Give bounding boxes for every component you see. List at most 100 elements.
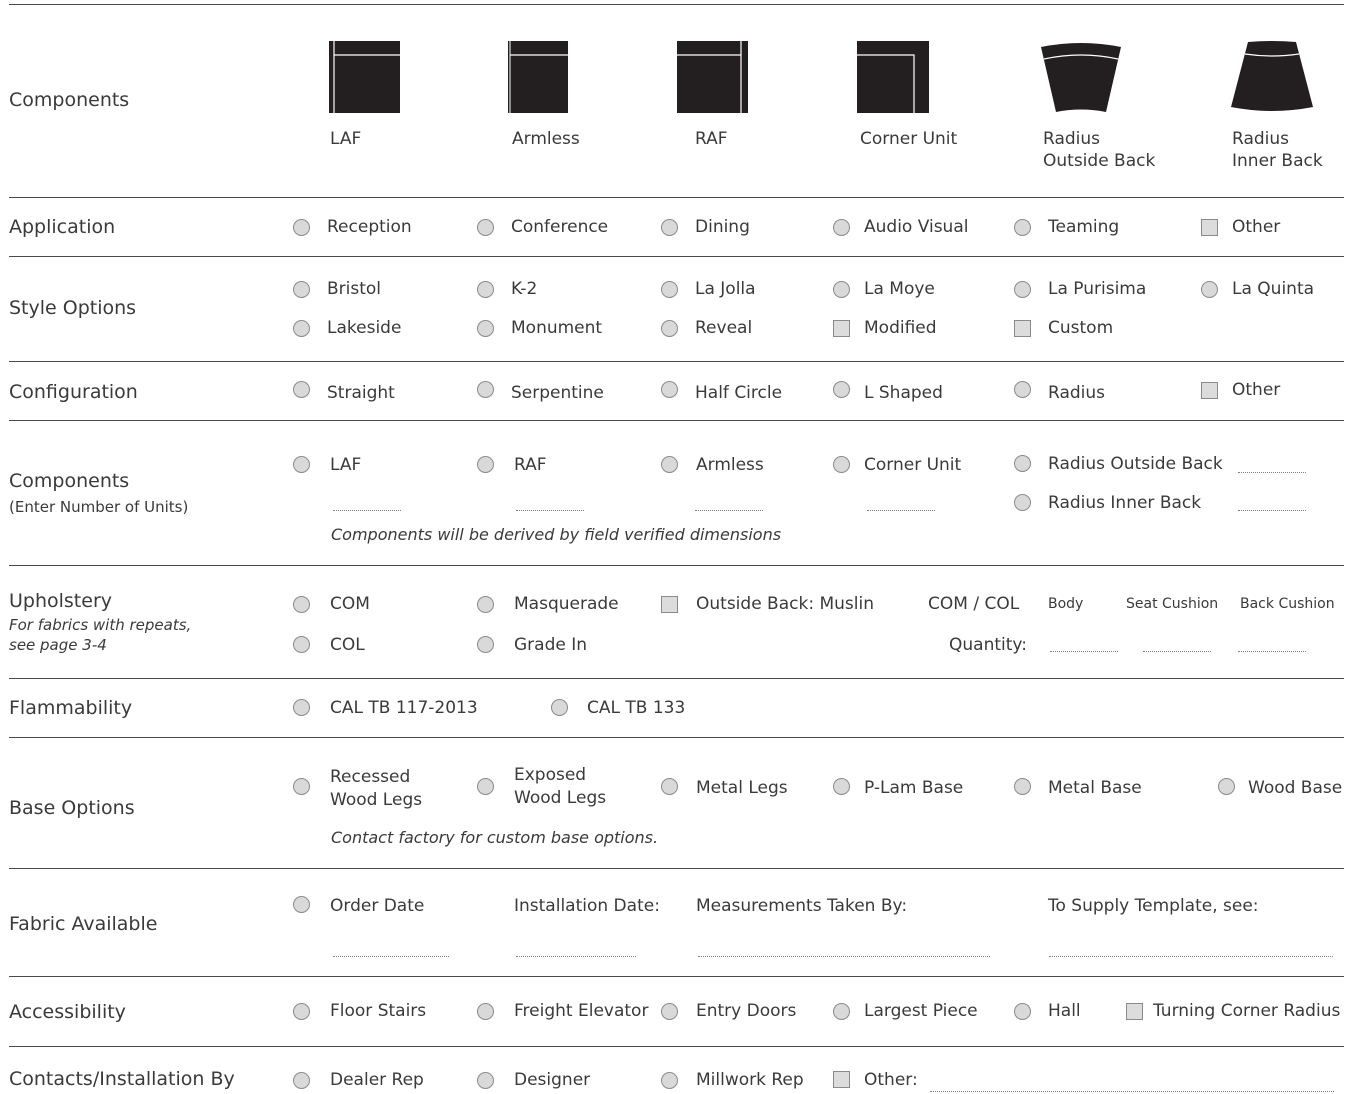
option-label: Corner Unit: [864, 455, 962, 475]
section-label-upholstery: Upholstery: [9, 590, 113, 612]
checkbox-other[interactable]: [1201, 219, 1218, 236]
radio-conference[interactable]: [477, 219, 494, 236]
section-label-components: Components: [9, 89, 130, 111]
section-label-contacts: Contacts/Installation By: [9, 1068, 235, 1090]
radio-floor-stairs[interactable]: [293, 1003, 310, 1020]
divider: [9, 4, 1344, 5]
section-label-accessibility: Accessibility: [9, 1001, 126, 1023]
radio-reception[interactable]: [293, 219, 310, 236]
radio-cal-tb-133[interactable]: [551, 699, 568, 716]
radio-cal-tb-117-2013[interactable]: [293, 699, 310, 716]
radio-serpentine[interactable]: [477, 381, 494, 398]
component-name-raf: RAF: [695, 129, 728, 149]
divider: [9, 565, 1344, 566]
radio-corner-unit[interactable]: [833, 456, 850, 473]
option-label: Straight: [327, 383, 395, 403]
radio-la-purisima[interactable]: [1014, 281, 1031, 298]
option-label: Lakeside: [327, 318, 402, 338]
checkbox-custom[interactable]: [1014, 320, 1031, 337]
radio-freight-elevator[interactable]: [477, 1003, 494, 1020]
option-label-line1: Exposed: [514, 765, 587, 785]
supply-template-field[interactable]: [1049, 955, 1333, 957]
divider: [9, 678, 1344, 679]
radio-bristol[interactable]: [293, 281, 310, 298]
radio-metal-legs[interactable]: [661, 778, 678, 795]
radio-grade-in[interactable]: [477, 636, 494, 653]
component-name-radius-outside-back-line2: Outside Back: [1043, 151, 1156, 171]
checkbox-other[interactable]: [833, 1071, 850, 1088]
radio-monument[interactable]: [477, 320, 494, 337]
option-label: La Jolla: [695, 279, 756, 299]
checkbox-other[interactable]: [1201, 382, 1218, 399]
radio-straight[interactable]: [293, 381, 310, 398]
option-label: Monument: [511, 318, 603, 338]
body-quantity-field[interactable]: [1050, 650, 1118, 652]
checkbox-outside-back-muslin[interactable]: [661, 596, 678, 613]
back-cushion-quantity-field[interactable]: [1238, 650, 1306, 652]
radio-millwork-rep[interactable]: [661, 1072, 678, 1089]
radio-la-jolla[interactable]: [661, 281, 678, 298]
radio-metal-base[interactable]: [1014, 778, 1031, 795]
laf-quantity-field[interactable]: [333, 509, 401, 511]
section-label-base-options: Base Options: [9, 797, 135, 819]
radio-lakeside[interactable]: [293, 320, 310, 337]
radio-armless[interactable]: [661, 456, 678, 473]
option-label: COM: [330, 594, 370, 614]
radio-half-circle[interactable]: [661, 381, 678, 398]
radio-laf[interactable]: [293, 456, 310, 473]
radio-audio-visual[interactable]: [833, 219, 850, 236]
radio-largest-piece[interactable]: [833, 1003, 850, 1020]
radio-com[interactable]: [293, 596, 310, 613]
option-label: Largest Piece: [864, 1001, 978, 1021]
seat-cushion-quantity-field[interactable]: [1143, 650, 1211, 652]
section-label-fabric-available: Fabric Available: [9, 913, 158, 935]
radio-col[interactable]: [293, 636, 310, 653]
option-label: K-2: [511, 279, 538, 299]
radio-raf[interactable]: [477, 456, 494, 473]
radio-p-lam-base[interactable]: [833, 778, 850, 795]
radius-inner-back-quantity-field[interactable]: [1238, 509, 1306, 511]
measurements-taken-by-field[interactable]: [698, 955, 990, 957]
divider: [9, 256, 1344, 257]
radio-wood-base[interactable]: [1218, 778, 1235, 795]
radio-dining[interactable]: [661, 219, 678, 236]
option-label: Entry Doors: [696, 1001, 797, 1021]
checkbox-modified[interactable]: [833, 320, 850, 337]
radio-radius-outside-back[interactable]: [1014, 455, 1031, 472]
radio-entry-doors[interactable]: [661, 1003, 678, 1020]
order-date-field[interactable]: [333, 955, 449, 957]
option-label: P-Lam Base: [864, 778, 964, 798]
radio-dealer-rep[interactable]: [293, 1072, 310, 1089]
option-label: Reception: [327, 217, 412, 237]
radio-order-date[interactable]: [293, 896, 310, 913]
raf-quantity-field[interactable]: [516, 509, 584, 511]
corner-unit-icon: [857, 41, 929, 113]
radio-masquerade[interactable]: [477, 596, 494, 613]
radio-exposed-wood-legs[interactable]: [477, 778, 494, 795]
option-label: RAF: [514, 455, 547, 475]
radius-inner-back-icon: [1231, 41, 1313, 111]
option-label: Designer: [514, 1070, 591, 1090]
checkbox-turning-corner-radius[interactable]: [1126, 1003, 1143, 1020]
radio-k-2[interactable]: [477, 281, 494, 298]
armless-icon: [508, 41, 568, 113]
radio-la-moye[interactable]: [833, 281, 850, 298]
radio-designer[interactable]: [477, 1072, 494, 1089]
option-label: Reveal: [695, 318, 753, 338]
radio-radius[interactable]: [1014, 381, 1031, 398]
radio-teaming[interactable]: [1014, 219, 1031, 236]
radius-outside-back-quantity-field[interactable]: [1238, 471, 1306, 473]
radio-recessed-wood-legs[interactable]: [293, 778, 310, 795]
option-label: Bristol: [327, 279, 382, 299]
radio-l-shaped[interactable]: [833, 381, 850, 398]
radio-radius-inner-back[interactable]: [1014, 494, 1031, 511]
radio-reveal[interactable]: [661, 320, 678, 337]
upholstery-note-line2: see page 3-4: [9, 636, 107, 654]
radio-la-quinta[interactable]: [1201, 281, 1218, 298]
armless-quantity-field[interactable]: [695, 509, 763, 511]
other-contact-field[interactable]: [930, 1090, 1334, 1092]
installation-date-field[interactable]: [516, 955, 636, 957]
radio-hall[interactable]: [1014, 1003, 1031, 1020]
section-sublabel: (Enter Number of Units): [9, 498, 189, 516]
corner-unit-quantity-field[interactable]: [867, 509, 935, 511]
